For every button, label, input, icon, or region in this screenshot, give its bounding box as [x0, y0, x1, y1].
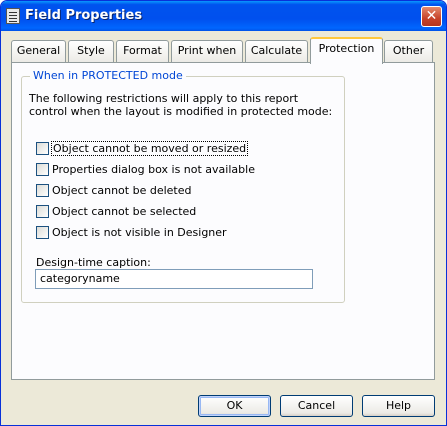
design-time-caption-label: Design-time caption: — [36, 256, 151, 269]
tab-other[interactable]: Other — [384, 40, 433, 62]
checkbox-box[interactable] — [36, 184, 49, 197]
close-button[interactable]: ✕ — [421, 6, 442, 27]
checkbox-label: Object cannot be moved or resized — [50, 141, 249, 156]
dialog-title: Field Properties — [25, 8, 143, 23]
design-time-caption-input[interactable]: categoryname — [35, 269, 313, 289]
checkbox-label: Properties dialog box is not available — [52, 163, 255, 176]
checkbox-box[interactable] — [36, 163, 49, 176]
close-icon: ✕ — [425, 8, 438, 24]
cancel-button[interactable]: Cancel — [280, 395, 353, 417]
checkbox-box[interactable] — [36, 226, 49, 239]
title-bar[interactable]: Field Properties ✕ — [1, 1, 446, 31]
tab-print-when[interactable]: Print when — [171, 40, 243, 62]
checkbox-label: Object cannot be deleted — [52, 184, 192, 197]
ok-button[interactable]: OK — [198, 395, 271, 417]
help-button[interactable]: Help — [362, 395, 435, 417]
tab-format[interactable]: Format — [116, 40, 169, 62]
tab-style[interactable]: Style — [68, 40, 114, 62]
tab-general[interactable]: General — [11, 40, 66, 62]
restriction-description: The following restrictions will apply to… — [29, 92, 333, 118]
field-properties-dialog: Field Properties ✕ General Style Format … — [0, 0, 447, 426]
form-icon — [6, 8, 20, 24]
checkbox-box[interactable] — [36, 205, 49, 218]
checkbox-label: Object is not visible in Designer — [52, 226, 227, 239]
tab-calculate[interactable]: Calculate — [245, 40, 308, 62]
tab-protection[interactable]: Protection — [310, 37, 383, 64]
checkbox-box[interactable] — [36, 142, 49, 155]
group-title: When in PROTECTED mode — [30, 69, 186, 82]
checkbox-label: Object cannot be selected — [52, 205, 197, 218]
